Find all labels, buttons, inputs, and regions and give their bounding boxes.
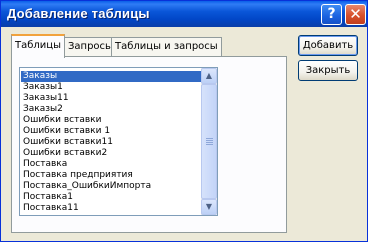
help-button[interactable]: ? [321, 4, 342, 25]
add-button[interactable]: Добавить [298, 35, 358, 56]
scroll-down-button[interactable]: ▼ [201, 199, 217, 215]
list-item[interactable]: Заказы11 [21, 93, 201, 104]
grip-line [206, 138, 213, 139]
tab-queries[interactable]: Запросы [64, 37, 117, 56]
list-item[interactable]: Поставка предприятия [21, 170, 201, 181]
scroll-up-button[interactable]: ▲ [201, 68, 217, 84]
list-item[interactable]: Поставка11 [21, 203, 201, 214]
list-scrollbar[interactable]: ▲ ▼ [201, 68, 217, 215]
tab-tables-and-queries[interactable]: Таблицы и запросы [111, 37, 222, 56]
list-item[interactable]: Ошибки вставки [21, 115, 201, 126]
list-item[interactable]: Поставка_ОшибкиИмпорта [21, 181, 201, 192]
close-window-button[interactable]: ✕ [345, 4, 366, 25]
grip-line [206, 140, 213, 141]
list-item[interactable]: Ошибки вставки2 [21, 148, 201, 159]
tables-list[interactable]: Заказы Заказы1 Заказы11 Заказы2 Ошибки в… [19, 67, 218, 216]
window-title: Добавление таблицы [7, 6, 150, 21]
list-item[interactable]: Поставка1 [21, 192, 201, 203]
list-item[interactable]: Заказы2 [21, 104, 201, 115]
grip-line [206, 142, 213, 143]
title-bar[interactable]: Добавление таблицы ? ✕ [1, 1, 367, 27]
chevron-down-icon: ▼ [205, 202, 213, 211]
list-item[interactable]: Ошибки вставки11 [21, 137, 201, 148]
tab-tables[interactable]: Таблицы [11, 34, 65, 58]
list-item[interactable]: Поставка [21, 159, 201, 170]
close-icon: ✕ [349, 5, 362, 23]
list-item[interactable]: Заказы1 [21, 82, 201, 93]
scroll-thumb[interactable] [201, 84, 217, 199]
help-icon: ? [327, 6, 336, 22]
add-table-dialog: Добавление таблицы ? ✕ Запросы Таблицы и… [0, 0, 368, 242]
grip-line [206, 144, 213, 145]
list-item[interactable]: Заказы [21, 71, 201, 82]
list-item[interactable]: Ошибки вставки 1 [21, 126, 201, 137]
close-button[interactable]: Закрыть [298, 60, 358, 81]
chevron-up-icon: ▲ [205, 71, 213, 80]
